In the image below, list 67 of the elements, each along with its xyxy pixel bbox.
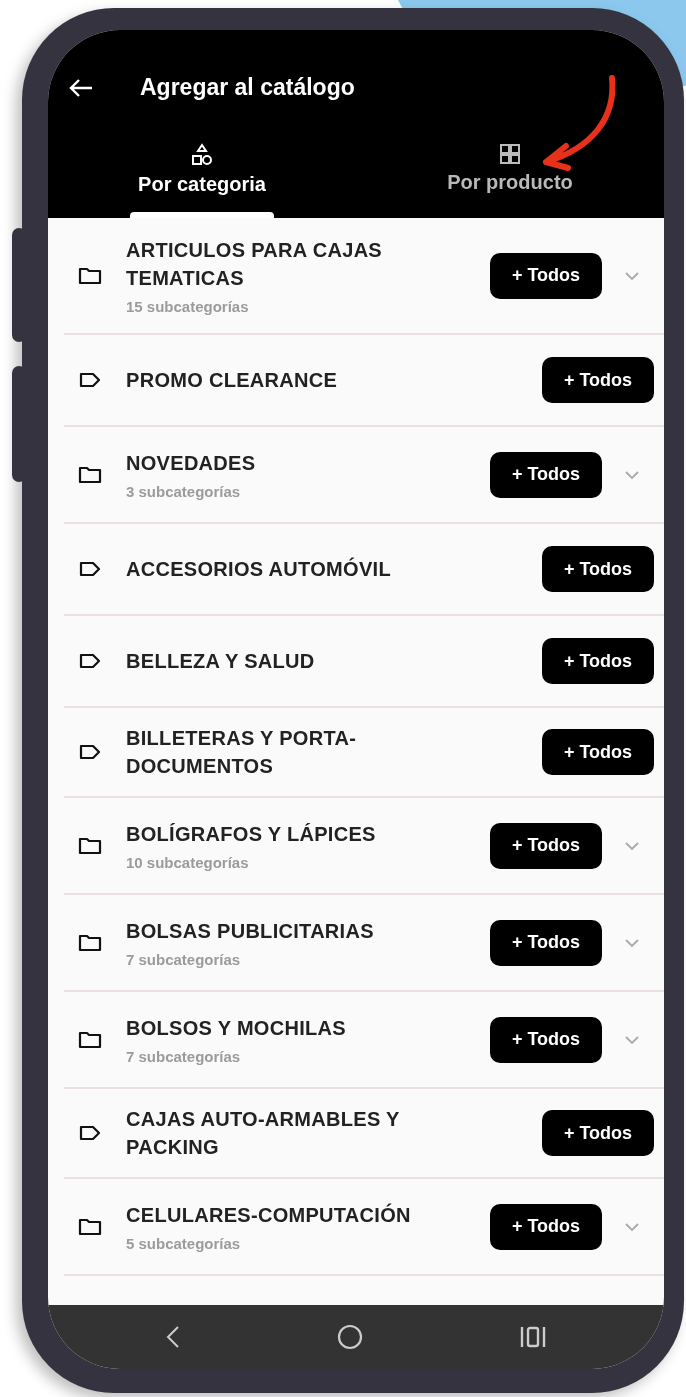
category-name: CAJAS AUTO-ARMABLES Y PACKING [126,1107,401,1160]
folder-icon [78,1029,102,1050]
screen-title: Agregar al catálogo [140,74,355,101]
add-all-button[interactable]: + Todos [490,252,602,299]
chevron-down-icon[interactable] [624,1034,640,1045]
back-icon[interactable] [166,1325,181,1349]
add-all-button[interactable]: + Todos [542,357,654,403]
category-name: BOLSOS Y MOCHILAS [126,1016,347,1041]
category-name: BELLEZA Y SALUD [126,649,316,674]
subcategory-count: 3 subcategorías [126,483,242,500]
label-icon [78,743,102,761]
folder-icon [78,464,102,485]
label-icon [78,1124,102,1142]
tab[interactable]: Por producto [356,141,664,218]
grid-icon [499,143,521,165]
add-all-button[interactable]: + Todos [542,729,654,775]
chevron-down-icon[interactable] [624,1221,640,1232]
category-row[interactable]: BOLSOS Y MOCHILAS 7 subcategorías + Todos [64,992,664,1089]
category-name: PROMO CLEARANCE [126,368,339,393]
add-all-button[interactable]: + Todos [542,1110,654,1156]
category-row[interactable]: BOLSAS PUBLICITARIAS 7 subcategorías + Todos [64,895,664,992]
category-name: ACCESORIOS AUTOMÓVIL [126,556,392,582]
category-row[interactable]: ACCESORIOS AUTOMÓVIL + Todos [64,524,664,616]
home-icon[interactable] [337,1324,363,1350]
subcategory-count: 7 subcategorías [126,951,242,968]
add-all-button[interactable]: + Todos [542,546,654,592]
category-name: NOVEDADES [126,451,257,476]
label-icon [78,371,102,389]
category-row[interactable]: CAJAS AUTO-ARMABLES Y PACKING + Todos [64,1089,664,1179]
category-name: CELULARES-COMPUTACIÓN [126,1202,412,1228]
add-all-button[interactable]: + Todos [490,822,602,869]
subcategory-count: 5 subcategorías [126,1235,242,1252]
tab-label[interactable]: Por producto [447,171,573,194]
folder-icon [78,932,102,953]
subcategory-count: 7 subcategorías [126,1048,242,1065]
label-icon [78,560,102,578]
recents-icon[interactable] [519,1325,546,1349]
category-row[interactable]: BOLÍGRAFOS Y LÁPICES 10 subcategorías + Todos [64,798,664,895]
folder-icon [78,835,102,856]
category-row[interactable]: PROMO CLEARANCE + Todos [64,335,664,427]
category-row[interactable]: NOVEDADES 3 subcategorías + Todos [64,427,664,524]
subcategory-count: 10 subcategorías [126,854,250,871]
category-name: BOLSAS PUBLICITARIAS [126,919,375,944]
add-all-button[interactable]: + Todos [490,451,602,498]
category-row[interactable]: BELLEZA Y SALUD + Todos [64,616,664,708]
category-name: BILLETERAS Y PORTA-DOCUMENTOS [126,726,358,779]
add-all-button[interactable]: + Todos [542,638,654,684]
chevron-down-icon[interactable] [624,270,640,281]
category-row[interactable]: CELULARES-COMPUTACIÓN 5 subcategorías + Todos [64,1179,664,1276]
subcategory-count: 15 subcategorías [126,298,250,315]
folder-icon [78,265,102,286]
category-name: ARTICULOS PARA CAJAS TEMATICAS [126,238,383,291]
folder-icon [78,1216,102,1237]
add-all-button[interactable]: + Todos [490,1016,602,1063]
chevron-down-icon[interactable] [624,840,640,851]
add-all-button[interactable]: + Todos [490,919,602,966]
tab-label[interactable]: Por categoria [138,173,266,196]
chevron-down-icon[interactable] [624,937,640,948]
add-all-button[interactable]: + Todos [490,1203,602,1250]
label-icon [78,652,102,670]
category-row[interactable]: ARTICULOS PARA CAJAS TEMATICAS 15 subcategorías + Todos [64,218,664,335]
category-row[interactable]: BILLETERAS Y PORTA-DOCUMENTOS + Todos [64,708,664,798]
tab[interactable]: Por categoria [48,141,356,218]
back-arrow-icon[interactable] [68,76,94,99]
shapes-icon [191,143,213,167]
category-name: BOLÍGRAFOS Y LÁPICES [126,822,377,847]
chevron-down-icon[interactable] [624,469,640,480]
